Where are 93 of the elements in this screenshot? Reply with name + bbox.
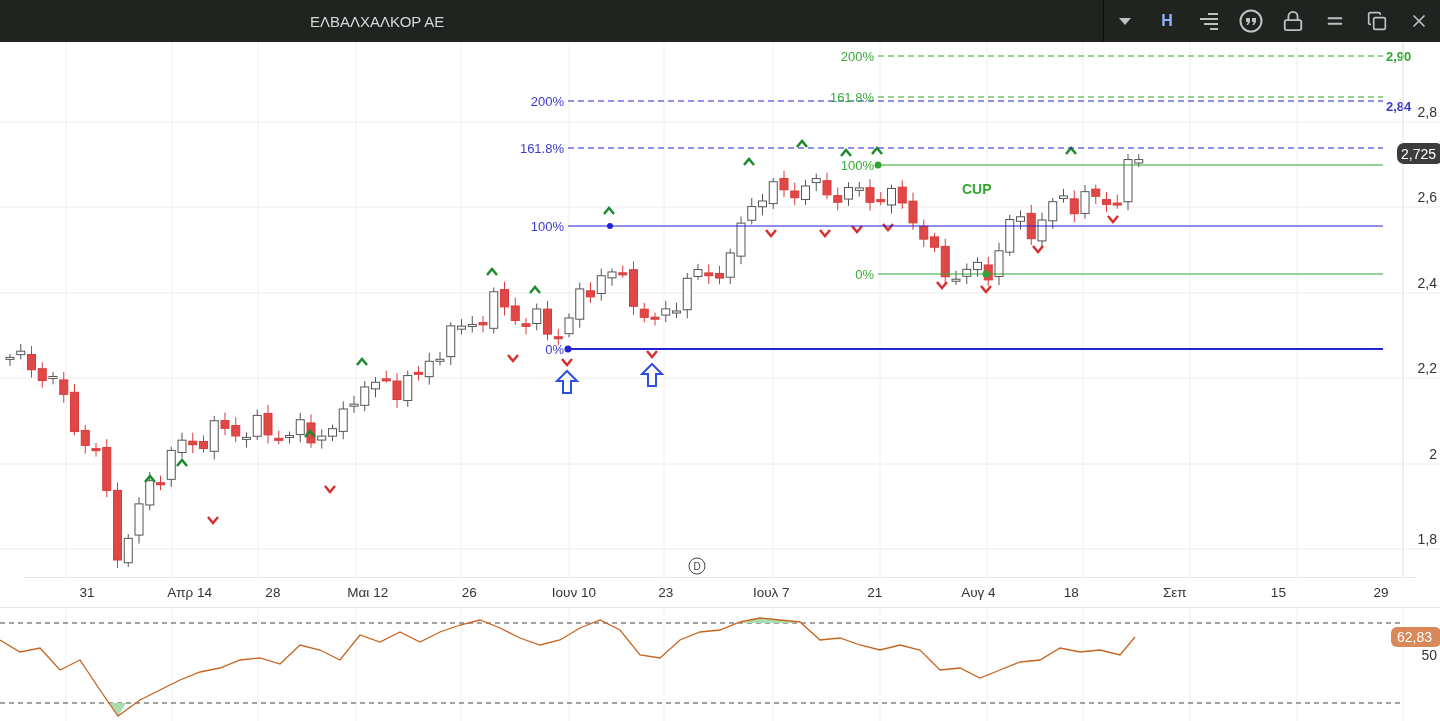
time-axis-label: Αυγ 4: [961, 585, 996, 601]
event-marker-icon: D: [688, 557, 706, 575]
fibonacci-level-label: 100%: [840, 158, 874, 173]
mode-button[interactable]: H: [1146, 0, 1188, 42]
time-axis-label: 28: [265, 585, 281, 601]
candle: [897, 179, 907, 210]
time-axis-label: 31: [79, 585, 95, 601]
time-axis-label: Ιουλ 7: [752, 585, 790, 601]
candle: [467, 315, 477, 334]
lines-icon: [1198, 12, 1220, 30]
buy-signal-icon: [840, 148, 852, 157]
fibonacci-level-label: 100%: [530, 219, 564, 234]
fibonacci-target-label: 2,84: [1386, 99, 1412, 114]
candle: [1037, 212, 1047, 249]
sell-signal-icon: [819, 229, 831, 238]
fibonacci-level-label: 161.8%: [519, 141, 564, 156]
sell-signal-icon: [646, 350, 658, 359]
fibonacci-level-label: 200%: [530, 94, 564, 109]
up-arrow-icon: [639, 362, 665, 387]
restore-icon: [1367, 11, 1387, 31]
anchor-point-icon: [564, 345, 572, 353]
candle: [134, 496, 144, 545]
time-axis-label: Απρ 14: [167, 585, 213, 601]
sell-signal-icon: [324, 485, 336, 494]
time-axis-label: 21: [867, 585, 883, 601]
candle: [5, 353, 15, 367]
buy-signal-icon: [356, 357, 368, 366]
time-axis-label: 26: [461, 585, 477, 601]
time-axis-label: 23: [658, 585, 674, 601]
buy-signal-icon: [486, 267, 498, 276]
fibonacci-target-label: 2,90: [1386, 49, 1412, 64]
buy-signal-icon: [304, 429, 316, 438]
time-axis-label: Μαι 12: [347, 585, 389, 601]
sell-signal-icon: [207, 516, 219, 525]
candle: [962, 263, 972, 285]
fibonacci-level-label: 161.8%: [829, 90, 874, 105]
candle: [801, 179, 810, 206]
lock-icon: [1282, 10, 1304, 32]
sell-signal-icon: [1032, 245, 1044, 254]
buy-signal-icon: [529, 285, 541, 294]
candle: [1102, 191, 1111, 213]
buy-signal-icon: [1065, 146, 1077, 155]
buy-signal-icon: [603, 206, 615, 215]
anchor-point-icon: [982, 270, 990, 278]
candle: [973, 256, 982, 278]
oscillator-axis-label: 50: [1421, 647, 1437, 663]
candle: [908, 192, 918, 231]
buy-signal-icon: [176, 458, 188, 467]
time-axis-label: 18: [1063, 585, 1079, 601]
sell-signal-icon: [765, 229, 777, 238]
quote-icon: [1239, 9, 1263, 33]
sell-signal-icon: [851, 225, 863, 234]
candle: [779, 170, 789, 198]
fibonacci-level-label: 200%: [840, 49, 874, 64]
caret-icon: [1119, 17, 1131, 25]
candle: [833, 187, 843, 211]
price-axis-label: 2,6: [1417, 189, 1437, 205]
time-axis-label: Σεπ: [1162, 585, 1187, 601]
sell-signal-icon: [980, 285, 992, 294]
oversold-fill-drawing: [110, 703, 126, 716]
anchor-point-icon: [874, 161, 882, 169]
candle: [500, 281, 509, 316]
buy-signal-icon: [743, 157, 755, 166]
up-arrow-icon: [554, 369, 580, 394]
sell-signal-icon: [882, 223, 894, 232]
last-price-badge: 2,725: [1397, 143, 1440, 164]
candle: [188, 432, 198, 454]
price-axis-label: 2,8: [1417, 104, 1437, 120]
fibonacci-level-label: 0%: [545, 342, 564, 357]
pattern-label: CUP: [962, 181, 992, 197]
sell-signal-icon: [1107, 215, 1119, 224]
candle: [994, 242, 1004, 286]
sell-signal-icon: [561, 358, 573, 367]
candle: [704, 264, 714, 285]
candle: [919, 218, 929, 248]
sell-signal-icon: [507, 354, 519, 363]
oscillator-value-badge: 62,83: [1391, 627, 1440, 647]
time-axis-label: 29: [1373, 585, 1389, 601]
anchor-point-icon: [607, 223, 613, 229]
price-axis-label: 2,4: [1417, 275, 1437, 291]
price-axis-label: 1,8: [1417, 531, 1437, 547]
candle: [790, 182, 800, 206]
fibonacci-level-label: 0%: [855, 267, 874, 282]
buy-signal-icon: [796, 139, 808, 148]
price-axis-label: 2: [1429, 446, 1437, 462]
buy-signal-icon: [144, 474, 156, 483]
window-title: ΕΛΒΑΛΧΑΛΚΟΡ ΑΕ: [309, 12, 446, 30]
time-axis-label: 15: [1270, 585, 1286, 601]
buy-signal-icon: [871, 146, 883, 155]
time-axis-label: Ιουν 10: [551, 585, 596, 601]
overbought-fill-drawing: [742, 618, 798, 623]
sell-signal-icon: [936, 281, 948, 290]
price-axis-label: 2,2: [1417, 360, 1437, 376]
